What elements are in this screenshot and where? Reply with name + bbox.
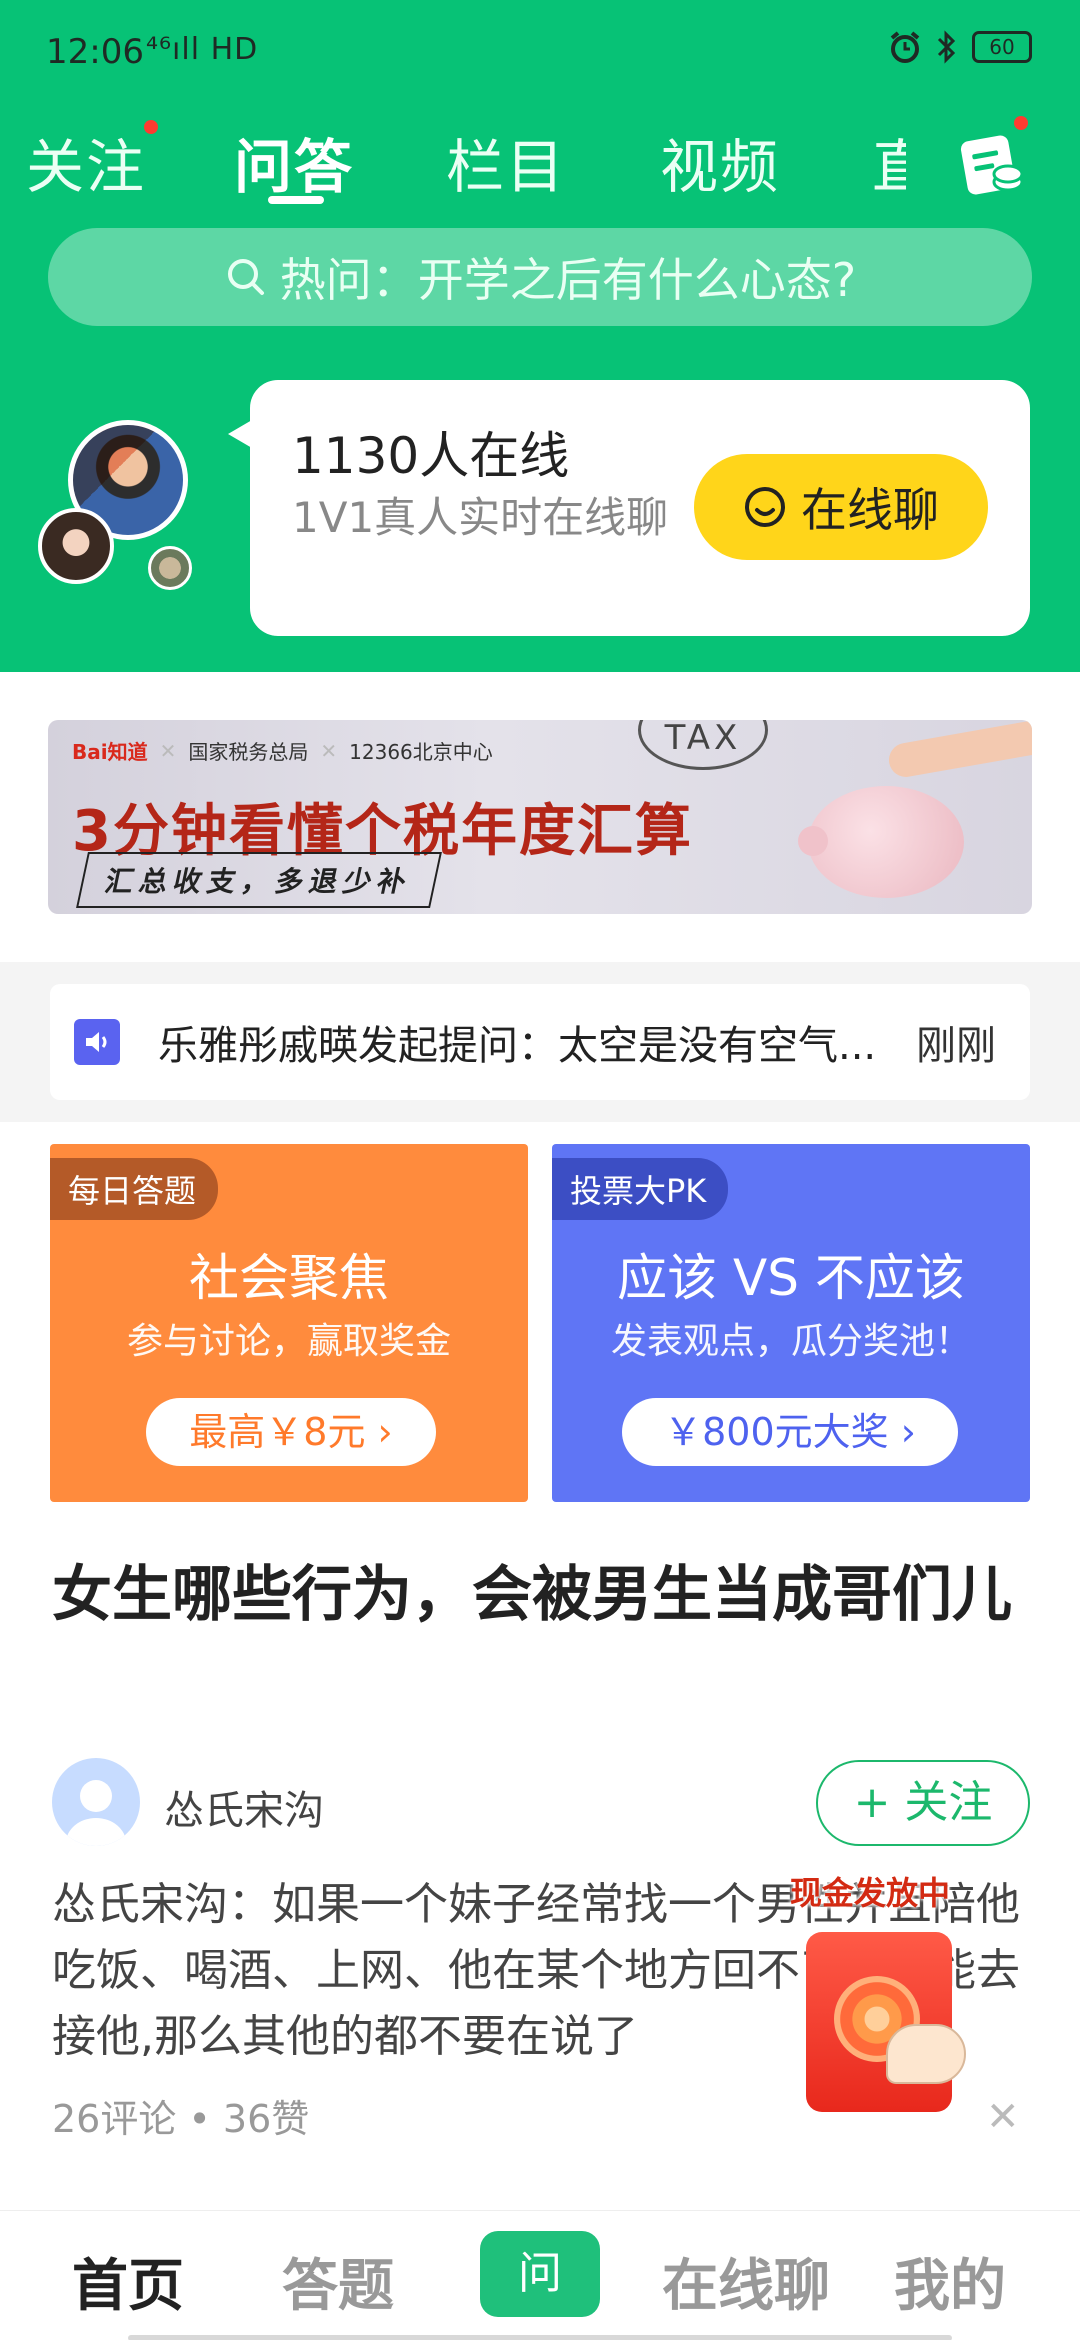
promo-title: 应该 VS 不应该 — [617, 1249, 965, 1307]
tab-live-label: 直 — [872, 133, 906, 201]
vote-pk-card[interactable]: 投票大PK 应该 VS 不应该 发表观点，瓜分奖池！ ￥800元大奖 › — [552, 1144, 1030, 1502]
ticker-time: 刚刚 — [916, 1023, 996, 1069]
follow-button[interactable]: + 关注 — [816, 1760, 1030, 1846]
promo-tag: 每日答题 — [50, 1158, 219, 1220]
feed-meta: 26评论 • 36赞 — [52, 2097, 310, 2141]
red-packet-label: 现金发放中 — [790, 1874, 951, 1912]
pointing-hand-icon — [886, 2024, 966, 2084]
promo-tag: 投票大PK — [552, 1158, 729, 1220]
ticker-text: 乐雅彤戚暎发起提问：太空是没有空气... — [158, 1023, 877, 1069]
nav-online-chat[interactable]: 在线聊 — [662, 2241, 830, 2322]
top-tabs: 关注 问答 栏目 视频 直 — [0, 112, 1080, 222]
separator: ✕ — [159, 738, 177, 763]
online-chat-button[interactable]: 在线聊 — [694, 454, 988, 560]
author-name[interactable]: 怂氏宋沟 — [164, 1778, 324, 1836]
promo-title: 社会聚焦 — [189, 1249, 389, 1307]
daily-quiz-card[interactable]: 每日答题 社会聚焦 参与讨论，赢取奖金 最高￥8元 › — [50, 1144, 528, 1502]
online-user-avatar — [148, 546, 192, 590]
tab-columns-label: 栏目 — [446, 133, 567, 201]
promo-subtitle: 参与讨论，赢取奖金 — [126, 1321, 451, 1362]
status-right: 60 — [888, 30, 1032, 64]
author-avatar[interactable] — [52, 1758, 140, 1846]
separator: ✕ — [320, 738, 338, 763]
piggy-bank-illustration — [798, 786, 964, 898]
online-subtitle: 1V1真人实时在线聊 — [292, 493, 669, 542]
tax-bureau-label: 国家税务总局 — [188, 740, 309, 764]
nav-answer[interactable]: 答题 — [282, 2241, 394, 2322]
online-user-avatar — [38, 508, 114, 584]
notification-dot — [144, 120, 159, 134]
tab-qa[interactable]: 问答 — [234, 120, 354, 204]
tab-columns[interactable]: 栏目 — [446, 120, 566, 204]
bottom-nav: 首页 答题 问 在线聊 我的 — [0, 2210, 1080, 2340]
nav-home[interactable]: 首页 — [72, 2241, 184, 2322]
tax-center-label: 12366北京中心 — [349, 740, 493, 764]
tab-follow-label: 关注 — [26, 133, 147, 201]
red-packet-float[interactable]: 现金发放中 — [790, 1868, 990, 2118]
search-placeholder: 热问：开学之后有什么心态? — [279, 253, 857, 307]
close-icon[interactable]: ✕ — [986, 2094, 1020, 2140]
top-header: 12:06 ⁴⁶ıll HD 60 关注 问答 栏目 视频 直 热问：开学之后有… — [0, 0, 1080, 672]
tab-live[interactable]: 直 — [872, 120, 906, 204]
status-time: 12:06 — [46, 32, 144, 72]
promo-reward-button[interactable]: ￥800元大奖 › — [622, 1398, 958, 1466]
search-icon — [227, 259, 264, 295]
feed-question-title[interactable]: 女生哪些行为，会被男生当成哥们儿 — [52, 1552, 1012, 1638]
promo-subtitle: 发表观点，瓜分奖池！ — [610, 1321, 971, 1362]
notification-dot — [1014, 116, 1028, 130]
tab-qa-label: 问答 — [234, 133, 355, 201]
chat-button-label: 在线聊 — [801, 483, 939, 537]
tab-video-label: 视频 — [660, 133, 781, 201]
search-bar[interactable]: 热问：开学之后有什么心态? — [48, 228, 1032, 326]
hand-illustration — [886, 720, 1032, 780]
active-tab-indicator — [268, 196, 324, 204]
alarm-icon — [890, 31, 920, 63]
tax-thought-cloud: TAX — [638, 720, 768, 770]
tab-video[interactable]: 视频 — [660, 120, 780, 204]
status-bar: 12:06 ⁴⁶ıll HD 60 — [0, 0, 1080, 100]
tab-follow[interactable]: 关注 — [26, 120, 159, 204]
baidu-zhidao-logo: Bai知道 — [72, 740, 148, 764]
online-count: 1130人在线 — [292, 427, 570, 485]
status-network: ⁴⁶ıll HD — [146, 32, 259, 67]
nav-ask-button[interactable]: 问 — [480, 2231, 600, 2317]
bluetooth-icon — [937, 30, 956, 64]
question-ticker[interactable]: 乐雅彤戚暎发起提问：太空是没有空气... 刚刚 — [50, 984, 1030, 1100]
promo-reward-button[interactable]: 最高￥8元 › — [146, 1398, 436, 1466]
checkin-calendar-icon[interactable] — [960, 116, 1028, 196]
battery-icon: 60 — [972, 31, 1032, 63]
banner-subtitle: 汇总收支，多退少补 — [76, 852, 442, 908]
banner-brands: Bai知道 ✕ 国家税务总局 ✕ 12366北京中心 — [72, 736, 493, 765]
app-screen: 12:06 ⁴⁶ıll HD 60 关注 问答 栏目 视频 直 热问：开学之后有… — [0, 0, 1080, 2340]
smile-icon — [745, 487, 785, 527]
speaker-icon — [74, 1019, 120, 1065]
nav-mine[interactable]: 我的 — [894, 2241, 1006, 2322]
promo-banner[interactable]: Bai知道 ✕ 国家税务总局 ✕ 12366北京中心 3分钟看懂个税年度汇算 汇… — [48, 720, 1032, 914]
online-chat-card[interactable]: 1130人在线 1V1真人实时在线聊 在线聊 — [228, 380, 1030, 636]
home-indicator — [128, 2335, 952, 2340]
